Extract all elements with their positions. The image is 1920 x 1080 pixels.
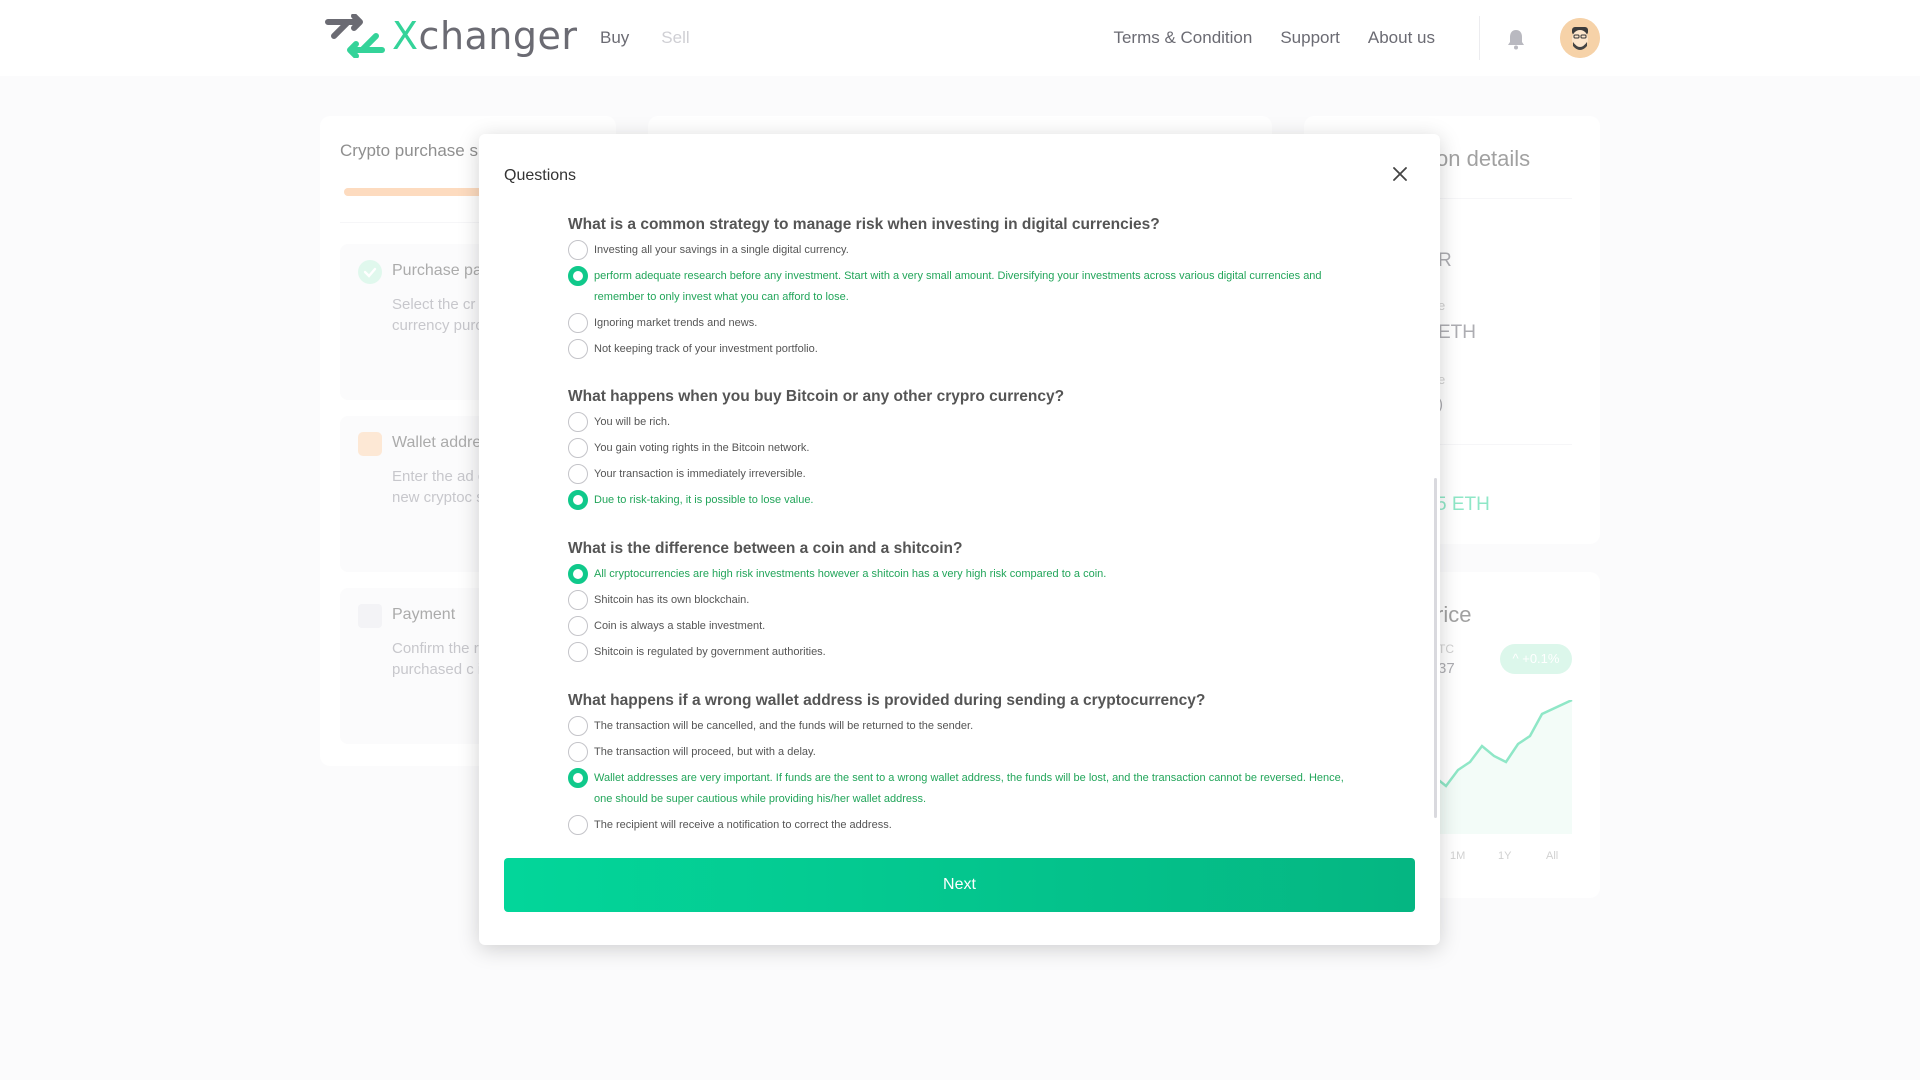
nav-terms[interactable]: Terms & Condition (1113, 28, 1252, 48)
radio-button-selected[interactable] (568, 564, 588, 584)
user-avatar[interactable] (1560, 18, 1600, 58)
radio-button[interactable] (568, 590, 588, 610)
question-title: What happens if a wrong wallet address i… (568, 692, 1206, 709)
question-3: What is the difference between a coin an… (568, 540, 1348, 663)
close-icon[interactable] (1390, 164, 1410, 184)
exchange-arrows-icon (325, 14, 385, 58)
answer-option[interactable]: Your transaction is immediately irrevers… (568, 464, 1348, 485)
answer-option[interactable]: The transaction will proceed, but with a… (568, 742, 1348, 763)
main-nav: Buy Sell (600, 28, 690, 48)
xchanger-logo[interactable]: Xchanger (320, 14, 578, 58)
nav-buy[interactable]: Buy (600, 28, 629, 48)
answer-option[interactable]: Not keeping track of your investment por… (568, 339, 1348, 360)
radio-button[interactable] (568, 642, 588, 662)
modal-title: Questions (504, 167, 577, 184)
secondary-nav: Terms & Condition Support About us (1113, 28, 1435, 48)
radio-button-selected[interactable] (568, 266, 588, 286)
question-title: What happens when you buy Bitcoin or any… (568, 388, 1065, 405)
answer-option-selected[interactable]: Wallet addresses are very important. If … (568, 768, 1348, 810)
nav-about[interactable]: About us (1368, 28, 1435, 48)
top-navigation-bar: Xchanger Buy Sell Terms & Condition Supp… (0, 0, 1920, 76)
nav-sell[interactable]: Sell (661, 28, 689, 48)
radio-button-selected[interactable] (568, 490, 588, 510)
radio-button[interactable] (568, 240, 588, 260)
answer-option-selected[interactable]: All cryptocurrencies are high risk inves… (568, 564, 1348, 585)
radio-button[interactable] (568, 616, 588, 636)
radio-button[interactable] (568, 313, 588, 333)
question-1: What is a common strategy to manage risk… (568, 216, 1348, 360)
question-4: What happens if a wrong wallet address i… (568, 692, 1348, 836)
answer-option[interactable]: The recipient will receive a notificatio… (568, 815, 1348, 836)
answer-option[interactable]: Shitcoin has its own blockchain. (568, 590, 1348, 611)
avatar-face-icon (1560, 18, 1600, 58)
answer-option[interactable]: Investing all your savings in a single d… (568, 240, 1348, 261)
answer-option[interactable]: You gain voting rights in the Bitcoin ne… (568, 438, 1348, 459)
radio-button[interactable] (568, 742, 588, 762)
question-title: What is a common strategy to manage risk… (568, 216, 1160, 233)
answer-option[interactable]: Coin is always a stable investment. (568, 616, 1348, 637)
nav-support[interactable]: Support (1280, 28, 1340, 48)
question-title: What is the difference between a coin an… (568, 540, 963, 557)
radio-button[interactable] (568, 412, 588, 432)
logo-text: Xchanger (392, 14, 578, 58)
questions-modal: Questions What is a common strategy to m… (479, 134, 1440, 945)
answer-option[interactable]: You will be rich. (568, 412, 1348, 433)
answer-option[interactable]: Ignoring market trends and news. (568, 313, 1348, 334)
radio-button[interactable] (568, 716, 588, 736)
answer-option-selected[interactable]: Due to risk-taking, it is possible to lo… (568, 490, 1348, 511)
radio-button[interactable] (568, 339, 588, 359)
modal-scrollbar[interactable] (1434, 478, 1437, 818)
answer-option-selected[interactable]: perform adequate research before any inv… (568, 266, 1348, 308)
answer-option[interactable]: The transaction will be cancelled, and t… (568, 716, 1348, 737)
header-divider (1479, 16, 1480, 60)
answer-option[interactable]: Shitcoin is regulated by government auth… (568, 642, 1348, 663)
radio-button[interactable] (568, 815, 588, 835)
bell-icon[interactable] (1506, 28, 1526, 50)
radio-button[interactable] (568, 464, 588, 484)
radio-button-selected[interactable] (568, 768, 588, 788)
question-2: What happens when you buy Bitcoin or any… (568, 388, 1348, 511)
next-button[interactable]: Next (504, 858, 1415, 912)
radio-button[interactable] (568, 438, 588, 458)
